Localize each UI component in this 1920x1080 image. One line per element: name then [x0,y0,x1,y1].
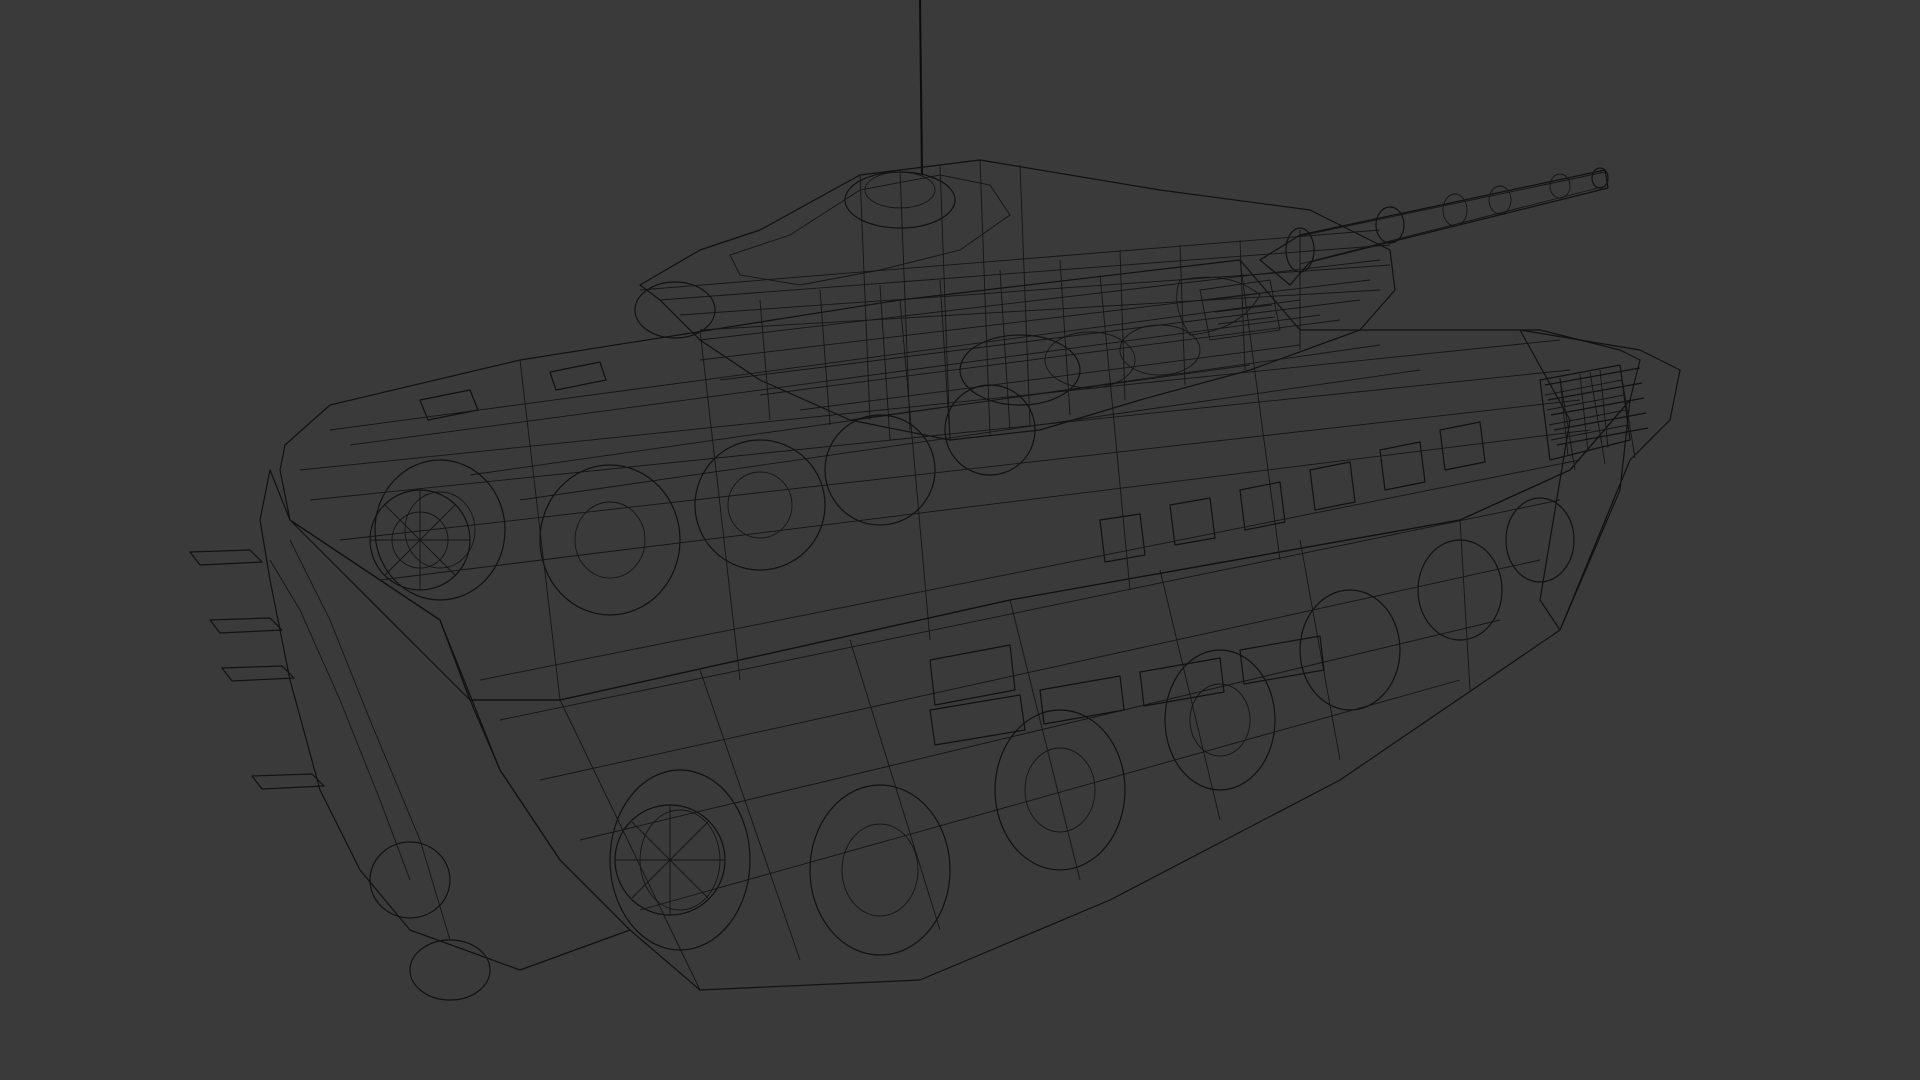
tank-wireframe-icon [189,0,1681,1001]
deck-details [329,299,1631,706]
turret [634,159,1396,441]
turret-mesh [639,159,1391,441]
antenna-wire [919,0,923,176]
far-road-wheels [374,384,1036,616]
hull [259,259,1681,991]
gun-barrel [1259,167,1609,286]
3d-viewport[interactable] [0,0,1920,1080]
front-hooks [189,549,325,790]
hull-mesh [299,259,1591,991]
front-fender-cylinders [269,539,491,1001]
near-road-wheels [609,497,1575,956]
rear-louvers [1544,365,1649,471]
